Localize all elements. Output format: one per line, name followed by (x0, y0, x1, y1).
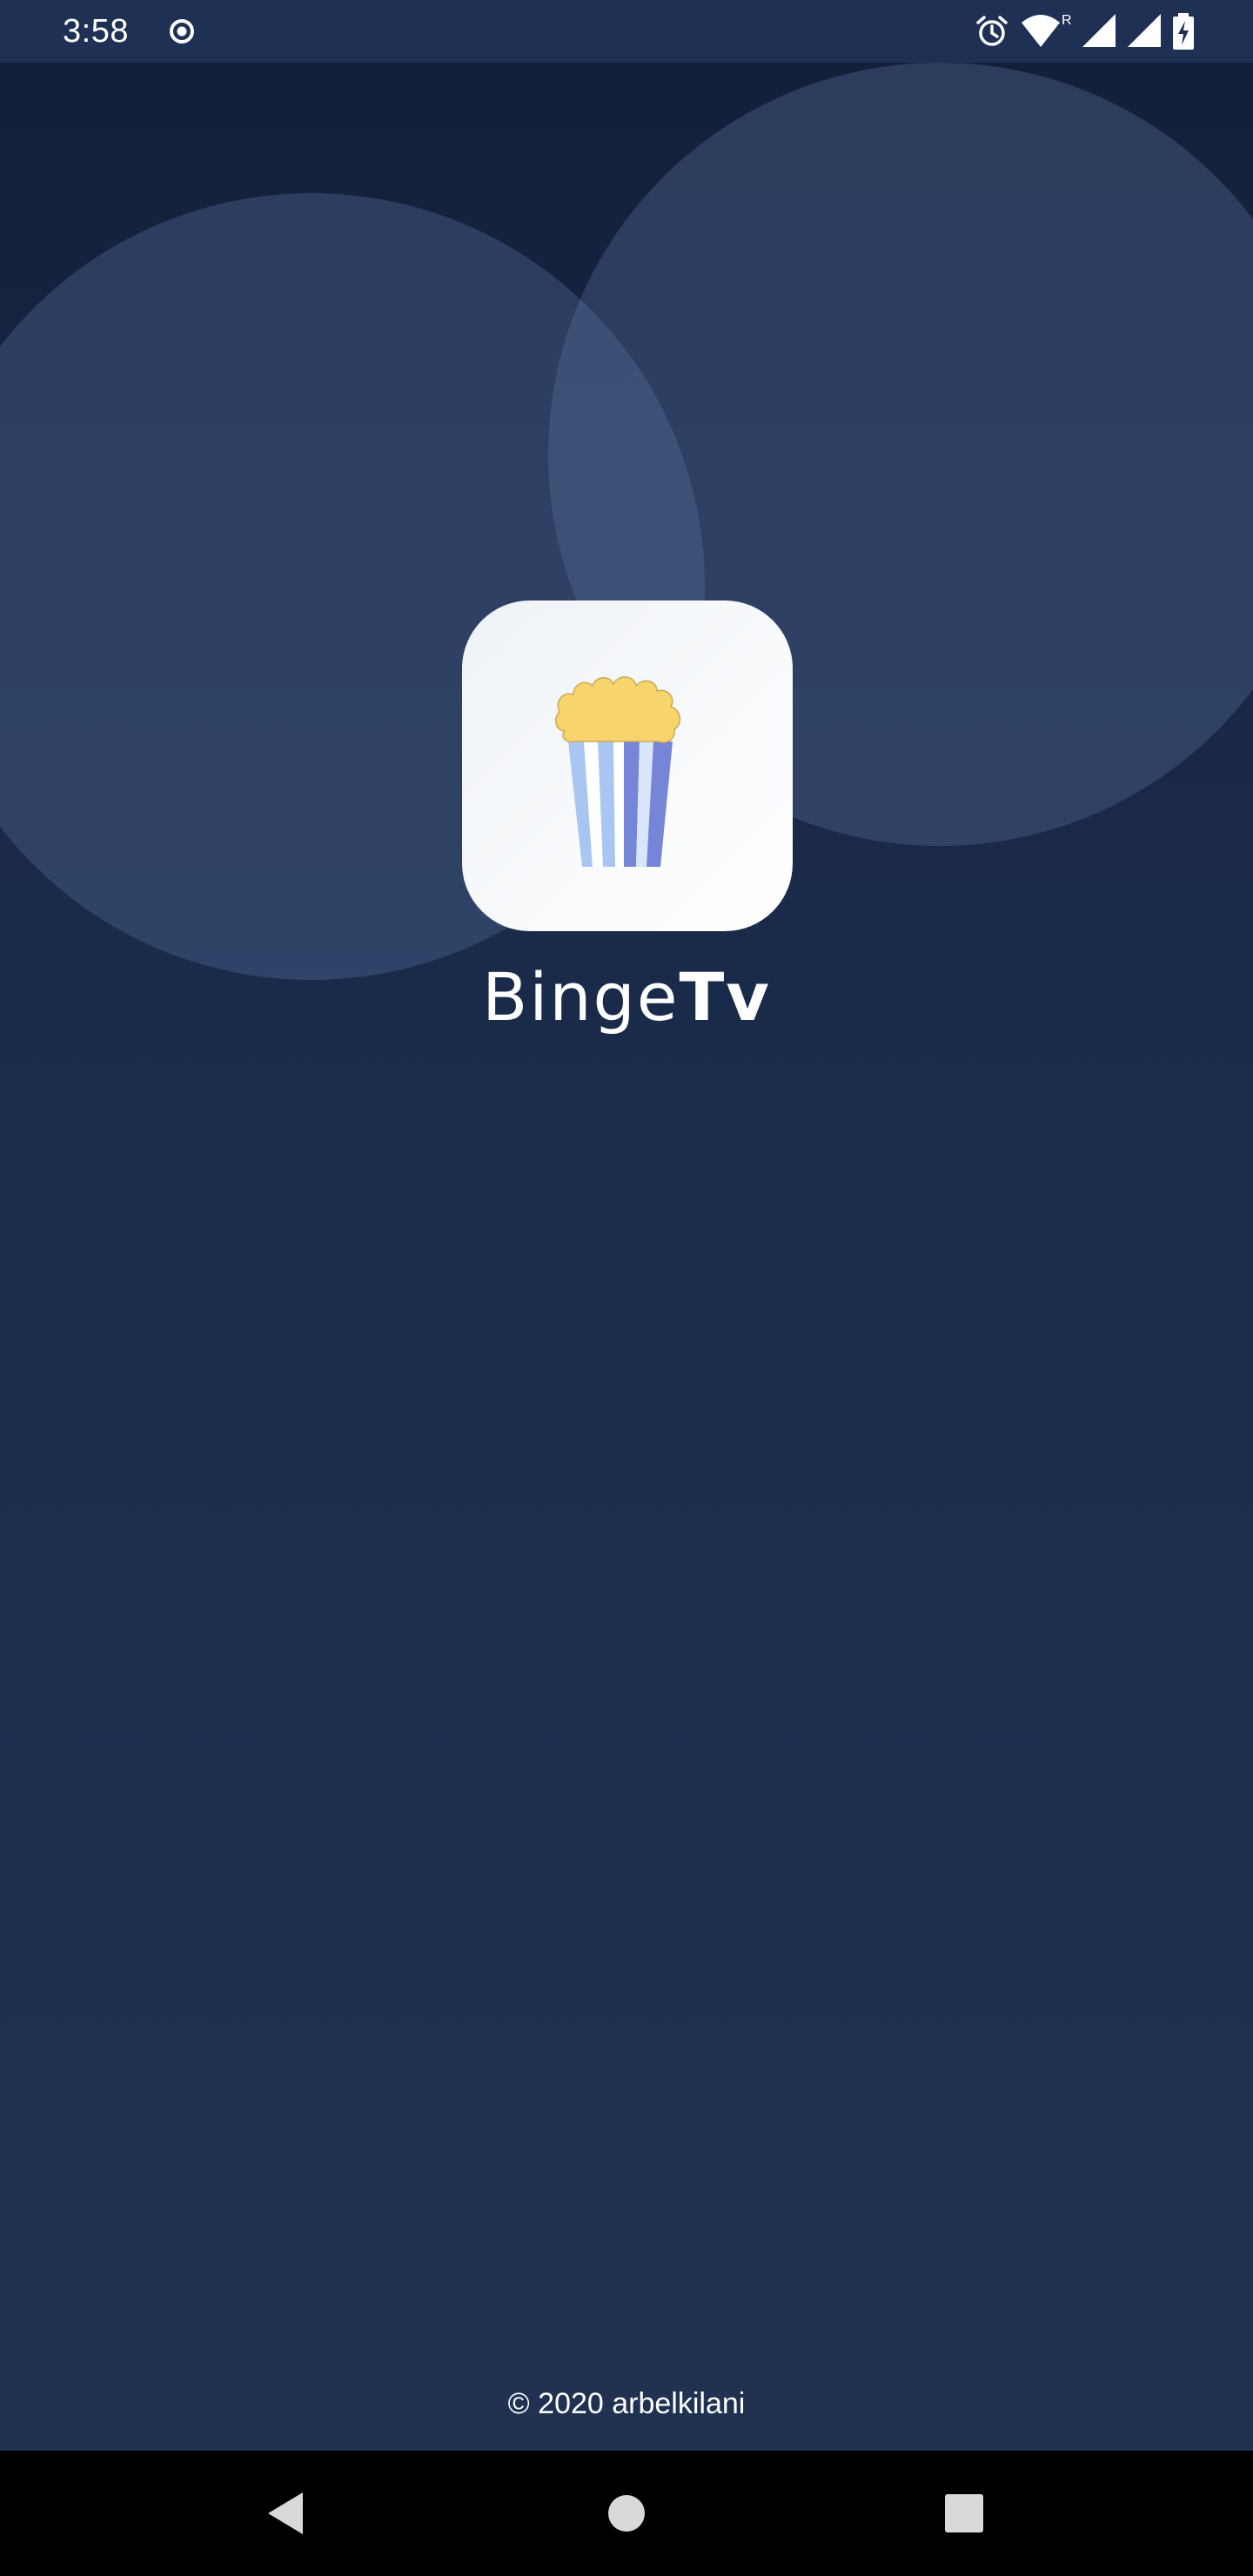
status-icons: R (973, 10, 1196, 52)
wifi-icon: R (1020, 12, 1072, 50)
home-icon[interactable] (595, 2482, 658, 2545)
record-icon (168, 17, 196, 45)
roaming-indicator: R (1062, 13, 1072, 28)
copyright-text: © 2020 arbelkilani (507, 2387, 746, 2420)
app-name-light: Binge (482, 958, 680, 1036)
popcorn-icon (555, 676, 681, 867)
splash-screen: 3:58 R BingeTv © 2020 arbelkilani (0, 0, 1253, 2576)
navigation-bar (0, 2451, 1253, 2576)
back-icon[interactable] (254, 2482, 317, 2545)
alarm-icon (973, 12, 1011, 50)
app-name: BingeTv (0, 956, 1253, 1039)
app-logo (462, 600, 793, 931)
app-name-bold: Tv (679, 958, 771, 1036)
status-bar: 3:58 R (0, 0, 1253, 63)
signal-icon (1081, 12, 1117, 50)
signal-icon (1126, 12, 1163, 50)
battery-charging-icon (1171, 12, 1196, 50)
recents-icon[interactable] (933, 2482, 995, 2545)
status-time: 3:58 (63, 13, 129, 50)
